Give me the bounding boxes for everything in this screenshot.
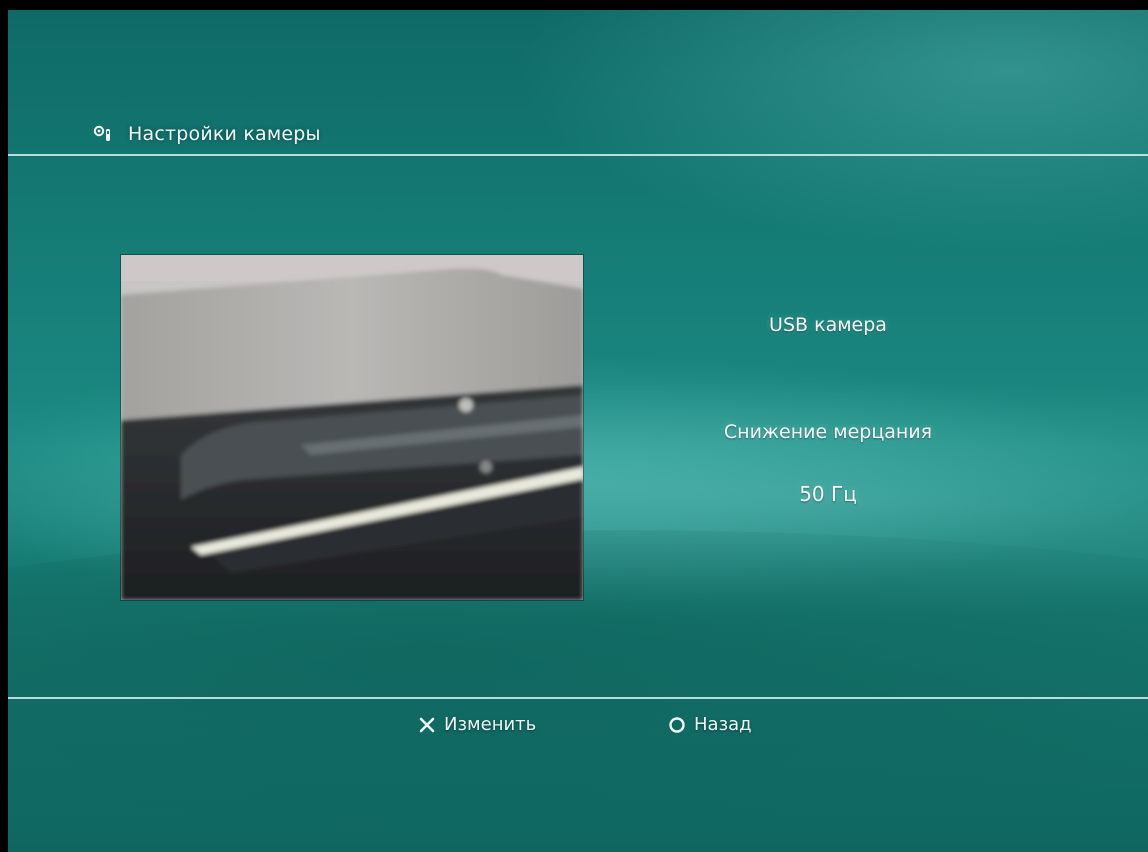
change-button-label: Изменить	[444, 714, 537, 735]
camera-feed-image	[121, 255, 583, 600]
page-title: Настройки камеры	[128, 123, 321, 145]
camera-preview	[121, 255, 583, 600]
camera-icon	[90, 122, 120, 146]
page-header: Настройки камеры	[90, 122, 321, 146]
change-button[interactable]: Изменить	[418, 714, 536, 735]
cross-button-icon	[418, 716, 436, 734]
back-button-label: Назад	[694, 714, 752, 735]
back-button[interactable]: Назад	[668, 714, 752, 735]
circle-button-icon	[668, 716, 686, 734]
flicker-reduction-value[interactable]: 50 Гц	[648, 482, 1008, 506]
camera-name: USB камера	[769, 314, 887, 336]
camera-settings-screen: Настройки камеры USB камера Снижение мер…	[8, 10, 1148, 852]
flicker-reduction-label[interactable]: Снижение мерцания	[648, 421, 1008, 443]
header-divider	[8, 154, 1148, 156]
footer-divider	[8, 697, 1148, 699]
